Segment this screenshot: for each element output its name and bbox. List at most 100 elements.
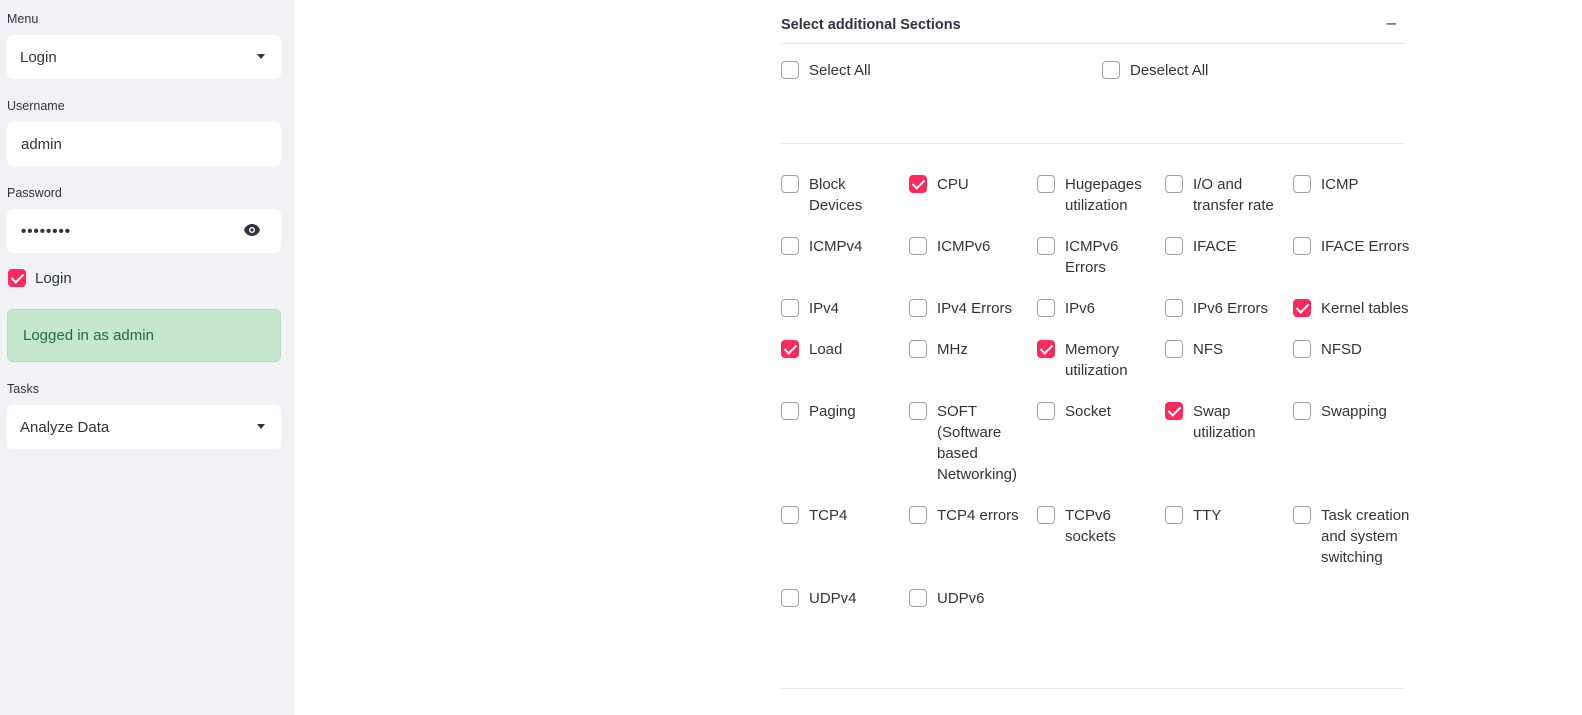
section-label: MHz xyxy=(937,341,968,358)
section-checkbox[interactable] xyxy=(909,299,927,317)
section-option[interactable]: TCP4 errors xyxy=(909,505,1037,568)
section-checkbox[interactable] xyxy=(1037,299,1055,317)
deselect-all-label: Deselect All xyxy=(1130,61,1209,79)
section-option[interactable]: UDPv4 xyxy=(781,588,909,609)
section-option[interactable]: Block Devices xyxy=(781,174,909,216)
section-option[interactable]: IFACE xyxy=(1165,236,1293,278)
login-checkbox-label: Login xyxy=(35,269,72,287)
section-label: ICMPv6 xyxy=(937,238,991,255)
section-label: Task creation and system switching xyxy=(1321,507,1410,566)
section-option[interactable]: SOFT (Software based Networking) xyxy=(909,401,1037,485)
section-checkbox[interactable] xyxy=(1293,299,1311,317)
select-all-checkbox[interactable] xyxy=(781,61,799,79)
section-option[interactable]: Hugepages utilization xyxy=(1037,174,1165,216)
section-option[interactable]: TCPv6 sockets xyxy=(1037,505,1165,568)
login-checkbox-row[interactable]: Login xyxy=(8,269,72,287)
section-option[interactable]: Task creation and system switching xyxy=(1293,505,1421,568)
section-option[interactable]: Memory utilization xyxy=(1037,339,1165,381)
section-label: Swapping xyxy=(1321,403,1387,420)
password-input[interactable]: •••••••• xyxy=(7,209,281,253)
section-option[interactable]: I/O and transfer rate xyxy=(1165,174,1293,216)
select-all-option[interactable]: Select All xyxy=(781,61,871,79)
eye-icon[interactable] xyxy=(243,223,261,237)
password-label: Password xyxy=(7,186,62,200)
section-checkbox[interactable] xyxy=(781,506,799,524)
divider xyxy=(781,143,1405,144)
section-checkbox[interactable] xyxy=(909,340,927,358)
login-checkbox[interactable] xyxy=(8,269,26,287)
deselect-all-option[interactable]: Deselect All xyxy=(1102,61,1208,79)
section-option[interactable]: Socket xyxy=(1037,401,1165,485)
section-checkbox[interactable] xyxy=(781,237,799,255)
section-label: NFSD xyxy=(1321,341,1362,358)
username-value: admin xyxy=(21,135,62,153)
section-option[interactable]: IFACE Errors xyxy=(1293,236,1421,278)
section-checkbox[interactable] xyxy=(781,340,799,358)
section-checkbox[interactable] xyxy=(1165,340,1183,358)
section-label: TCP4 errors xyxy=(937,507,1019,524)
section-option[interactable]: Load xyxy=(781,339,909,381)
tasks-select[interactable]: Analyze Data xyxy=(7,405,281,449)
sidebar: Menu Login Username admin Password •••••… xyxy=(0,0,294,715)
section-checkbox[interactable] xyxy=(909,506,927,524)
section-option[interactable]: ICMPv6 xyxy=(909,236,1037,278)
section-checkbox[interactable] xyxy=(1037,340,1055,358)
section-option[interactable]: TTY xyxy=(1165,505,1293,568)
section-checkbox[interactable] xyxy=(1293,237,1311,255)
section-checkbox[interactable] xyxy=(781,299,799,317)
section-option[interactable]: ICMP xyxy=(1293,174,1421,216)
section-option[interactable]: Swap utilization xyxy=(1165,401,1293,485)
section-checkbox[interactable] xyxy=(1293,402,1311,420)
section-checkbox[interactable] xyxy=(1037,237,1055,255)
section-option[interactable]: Paging xyxy=(781,401,909,485)
section-checkbox[interactable] xyxy=(1037,402,1055,420)
tasks-label: Tasks xyxy=(7,382,39,396)
section-label: I/O and transfer rate xyxy=(1193,176,1274,214)
section-label: Hugepages utilization xyxy=(1065,176,1142,214)
section-option[interactable]: IPv4 Errors xyxy=(909,298,1037,319)
section-label: Paging xyxy=(809,403,856,420)
section-checkbox[interactable] xyxy=(781,589,799,607)
section-checkbox[interactable] xyxy=(1037,175,1055,193)
deselect-all-checkbox[interactable] xyxy=(1102,61,1120,79)
section-checkbox[interactable] xyxy=(1165,175,1183,193)
section-option[interactable]: NFSD xyxy=(1293,339,1421,381)
section-checkbox[interactable] xyxy=(1165,237,1183,255)
section-checkbox[interactable] xyxy=(1165,299,1183,317)
section-option[interactable]: UDPv6 xyxy=(909,588,1037,609)
section-checkbox[interactable] xyxy=(1293,175,1311,193)
section-label: Load xyxy=(809,341,843,358)
section-checkbox[interactable] xyxy=(1037,506,1055,524)
section-checkbox[interactable] xyxy=(909,237,927,255)
section-option[interactable]: MHz xyxy=(909,339,1037,381)
section-option[interactable]: TCP4 xyxy=(781,505,909,568)
section-option[interactable]: NFS xyxy=(1165,339,1293,381)
sections-expander-header[interactable]: Select additional Sections – xyxy=(781,0,1405,44)
divider xyxy=(781,688,1405,689)
section-option[interactable]: ICMPv4 xyxy=(781,236,909,278)
section-option[interactable]: Kernel tables xyxy=(1293,298,1421,319)
menu-select[interactable]: Login xyxy=(7,35,281,79)
section-checkbox[interactable] xyxy=(1165,506,1183,524)
section-checkbox[interactable] xyxy=(1293,506,1311,524)
section-option[interactable]: IPv4 xyxy=(781,298,909,319)
username-input[interactable]: admin xyxy=(7,122,281,166)
section-checkbox[interactable] xyxy=(1165,402,1183,420)
section-label: IFACE Errors xyxy=(1321,238,1410,255)
section-option[interactable]: ICMPv6 Errors xyxy=(1037,236,1165,278)
collapse-icon[interactable]: – xyxy=(1387,13,1396,33)
section-label: IPv6 xyxy=(1065,300,1096,317)
menu-select-value: Login xyxy=(20,48,57,66)
section-checkbox[interactable] xyxy=(909,402,927,420)
section-checkbox[interactable] xyxy=(909,175,927,193)
section-label: IPv4 xyxy=(809,300,840,317)
section-option[interactable]: IPv6 xyxy=(1037,298,1165,319)
section-option[interactable]: IPv6 Errors xyxy=(1165,298,1293,319)
section-label: IPv6 Errors xyxy=(1193,300,1269,317)
section-checkbox[interactable] xyxy=(1293,340,1311,358)
section-checkbox[interactable] xyxy=(781,175,799,193)
section-checkbox[interactable] xyxy=(781,402,799,420)
section-checkbox[interactable] xyxy=(909,589,927,607)
section-option[interactable]: Swapping xyxy=(1293,401,1421,485)
section-option[interactable]: CPU xyxy=(909,174,1037,216)
